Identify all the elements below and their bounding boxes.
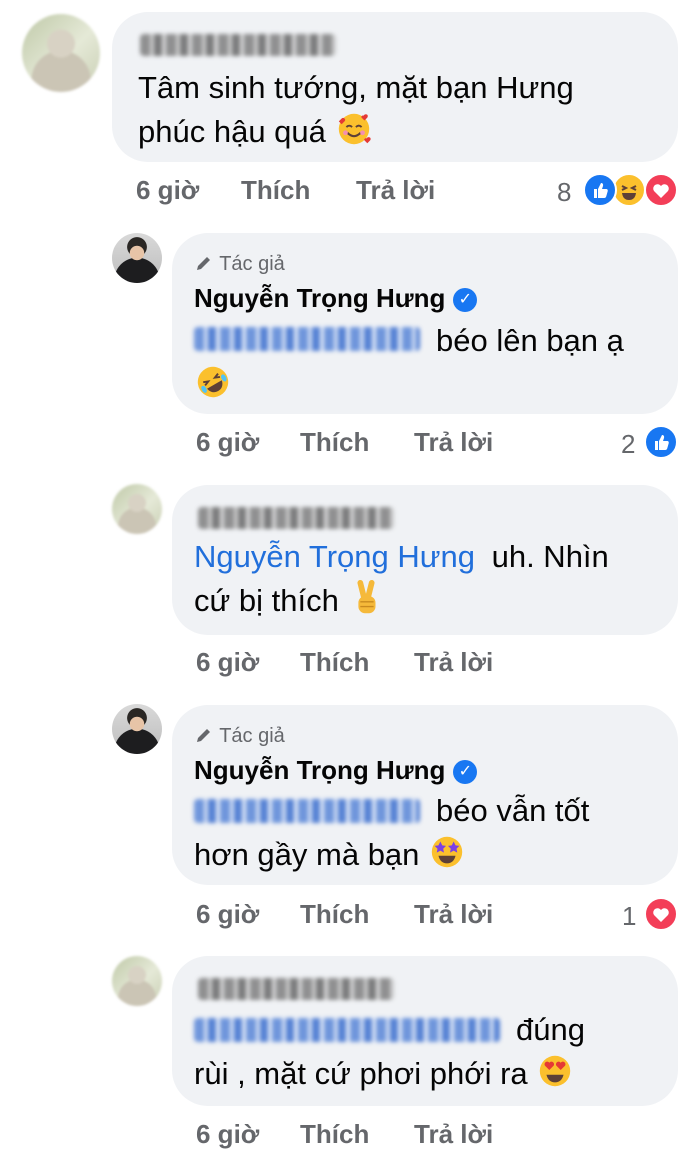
reply-action[interactable]: Trả lời (414, 647, 493, 678)
comment-time[interactable]: 6 giờ (196, 427, 259, 458)
avatar[interactable] (112, 956, 162, 1006)
blurred-author-name (140, 34, 336, 56)
comment-bubble: Tâm sinh tướng, mặt bạn Hưng phúc hậu qu… (112, 12, 678, 162)
like-action[interactable]: Thích (300, 1119, 369, 1150)
author-name[interactable]: Nguyễn Trọng Hưng ✓ (194, 755, 478, 786)
reaction-count[interactable]: 2 (621, 429, 635, 460)
pencil-icon (197, 257, 210, 270)
author-tag: Tác giả (194, 725, 285, 748)
comment-text: béo lên bạn ạ (436, 323, 624, 358)
reply-action[interactable]: Trả lời (414, 899, 493, 930)
comment-text: Tâm sinh tướng, mặt bạn Hưng (138, 70, 574, 105)
reaction-count[interactable]: 8 (557, 177, 571, 208)
blurred-mention[interactable] (194, 1018, 500, 1042)
blurred-mention[interactable] (194, 327, 420, 351)
love-icon[interactable] (644, 897, 678, 931)
reply-action[interactable]: Trả lời (414, 427, 493, 458)
victory-hand-icon (357, 579, 376, 614)
blurred-author-name (198, 978, 394, 1000)
pencil-icon (197, 729, 210, 742)
reply-action[interactable]: Trả lời (414, 1119, 493, 1150)
avatar[interactable] (22, 14, 100, 92)
verified-badge-icon: ✓ (453, 760, 478, 784)
comment-text: phúc hậu quá (138, 110, 373, 154)
like-icon[interactable] (583, 173, 617, 207)
author-tag: Tác giả (194, 253, 285, 276)
comment-time[interactable]: 6 giờ (196, 647, 259, 678)
comment-text: béo vẫn tốt (436, 793, 590, 828)
smiling-face-with-hearts-icon (338, 113, 371, 145)
haha-icon[interactable] (612, 173, 646, 207)
comment-time[interactable]: 6 giờ (196, 899, 259, 930)
love-icon[interactable] (644, 173, 678, 207)
comment-time[interactable]: 6 giờ (196, 1119, 259, 1150)
comment-text: cứ bị thích (194, 579, 385, 623)
blurred-author-name (198, 507, 394, 529)
author-name[interactable]: Nguyễn Trọng Hưng ✓ (194, 283, 478, 314)
avatar[interactable] (112, 484, 162, 534)
comment-time[interactable]: 6 giờ (136, 175, 199, 206)
comment-bubble: Nguyễn Trọng Hưng uh. Nhìn cứ bị thích (172, 485, 678, 635)
comment-bubble: Tác giả Nguyễn Trọng Hưng ✓ béo vẫn tốt h… (172, 705, 678, 885)
comment-text: rùi , mặt cứ phơi phới ra (194, 1052, 574, 1096)
comment-text: Nguyễn Trọng Hưng uh. Nhìn (194, 539, 609, 574)
reply-action[interactable]: Trả lời (356, 175, 435, 206)
star-struck-icon (431, 836, 463, 868)
like-icon[interactable] (644, 425, 678, 459)
blurred-mention[interactable] (194, 799, 420, 823)
mention-link[interactable]: Nguyễn Trọng Hưng (194, 539, 475, 574)
comment-text: đúng (516, 1012, 585, 1047)
heart-eyes-icon (540, 1055, 571, 1087)
verified-badge-icon: ✓ (453, 288, 478, 312)
like-action[interactable]: Thích (300, 899, 369, 930)
like-action[interactable]: Thích (300, 427, 369, 458)
reaction-count[interactable]: 1 (622, 901, 636, 932)
like-action[interactable]: Thích (241, 175, 310, 206)
comment-bubble: Tác giả Nguyễn Trọng Hưng ✓ béo lên bạn ạ (172, 233, 678, 414)
author-avatar[interactable] (112, 704, 162, 754)
comment-bubble: đúng rùi , mặt cứ phơi phới ra (172, 956, 678, 1106)
author-avatar[interactable] (112, 233, 162, 283)
comment-text: hơn gầy mà bạn (194, 833, 466, 877)
rolling-on-floor-laughing-icon (197, 366, 229, 398)
like-action[interactable]: Thích (300, 647, 369, 678)
